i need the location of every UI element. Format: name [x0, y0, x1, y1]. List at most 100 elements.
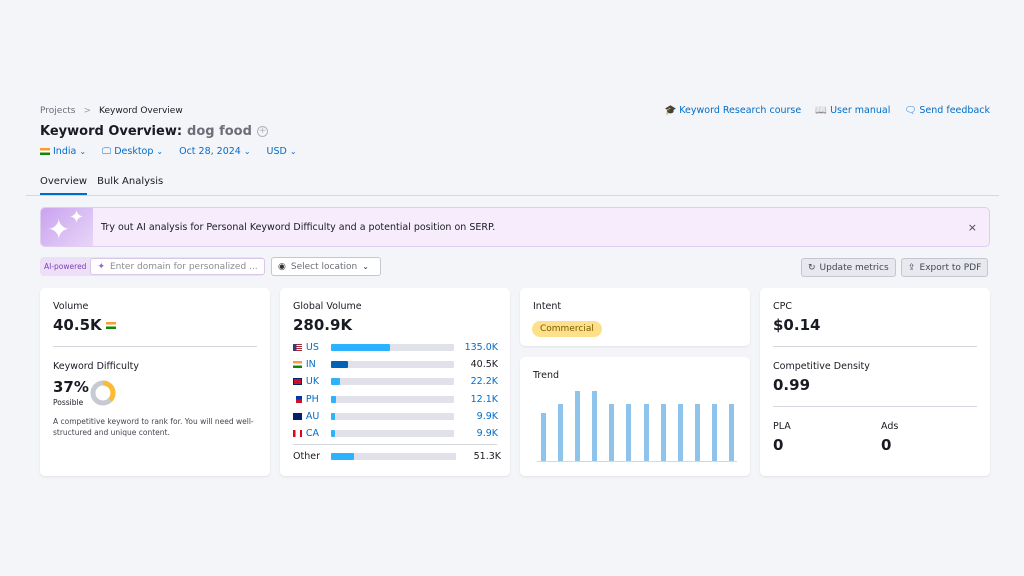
global-volume-value: 280.9K [293, 316, 353, 334]
country-row[interactable]: US 135.0K [293, 339, 498, 356]
country-filter[interactable]: India ⌄ [40, 146, 86, 157]
trend-card: Trend [520, 357, 750, 476]
domain-input[interactable]: ✦ Enter domain for personalized ... [90, 258, 266, 275]
kd-value: 37% [53, 378, 89, 396]
density-label: Competitive Density [773, 361, 870, 372]
tab-overview[interactable]: Overview [40, 176, 88, 195]
country-code: PH [305, 393, 319, 405]
volume-label: Volume [53, 301, 89, 312]
update-metrics-label: Update metrics [819, 262, 889, 273]
country-value: 40.5K [470, 359, 498, 371]
country-bar [330, 344, 454, 352]
trend-bar [677, 403, 683, 461]
kd-description: A competitive keyword to rank for. You w… [53, 417, 254, 437]
trend-bar [711, 403, 717, 461]
trend-bar [643, 403, 649, 461]
intent-card: Intent Commercial [520, 288, 750, 346]
country-bar [330, 395, 454, 403]
cpc-value: $0.14 [773, 316, 821, 334]
trend-bar [609, 403, 615, 461]
country-row[interactable]: IN 40.5K [293, 356, 498, 373]
trend-bar [575, 391, 581, 461]
country-value: 22.2K [470, 376, 498, 388]
divider [53, 346, 257, 347]
breadcrumb-projects[interactable]: Projects [40, 106, 75, 116]
global-volume-label: Global Volume [293, 301, 362, 312]
desktop-icon: 🖵 [102, 146, 112, 157]
page-title: Keyword Overview: dog food + [40, 124, 268, 139]
divider [773, 346, 977, 347]
upload-icon: ⇪ [908, 262, 916, 273]
country-bar [330, 361, 454, 369]
country-list: US 135.0K IN 40.5K UK 22.2K PH 12.1K AU … [293, 339, 498, 442]
kd-donut [90, 380, 116, 406]
country-row[interactable]: PH 12.1K [293, 391, 498, 408]
country-row[interactable]: UK 22.2K [293, 373, 498, 390]
manual-link[interactable]: 📖 User manual [815, 105, 890, 116]
ph-flag-icon [293, 395, 302, 403]
export-label: Export to PDF [919, 262, 982, 273]
trend-chart [537, 387, 737, 462]
tab-bulk-analysis[interactable]: Bulk Analysis [97, 176, 163, 195]
country-value: 9.9K [476, 410, 498, 422]
trend-bar [558, 403, 564, 461]
kd-level: Possible [53, 398, 84, 407]
country-bar [330, 378, 454, 386]
country-row[interactable]: AU 9.9K [293, 408, 498, 425]
country-code: CA [305, 428, 320, 440]
trend-bar [541, 413, 546, 461]
country-value: 9.9K [476, 428, 498, 440]
country-value: 12.1K [470, 393, 498, 405]
uk-flag-icon [293, 378, 302, 386]
country-bar-fill [330, 430, 335, 438]
sparkle-icon: ✦ ✦ [41, 208, 93, 246]
other-label: Other [293, 451, 320, 463]
other-value: 51.3K [473, 451, 501, 463]
trend-bar [729, 403, 734, 461]
india-flag-icon [105, 321, 116, 329]
volume-value: 40.5K [53, 316, 102, 334]
chevron-down-icon: ⌄ [289, 147, 297, 156]
help-links: 🎓 Keyword Research course 📖 User manual 🗨 S… [664, 105, 990, 116]
close-icon[interactable]: × [968, 221, 977, 234]
trend-bar [626, 403, 632, 461]
kd-label: Keyword Difficulty [53, 361, 139, 372]
title-text: Keyword Overview: [40, 124, 183, 139]
intent-badge: Commercial [532, 316, 602, 337]
intent-value: Commercial [532, 321, 602, 337]
graduation-cap-icon: 🎓 [664, 105, 677, 116]
chevron-down-icon: ⌄ [156, 147, 164, 156]
course-link[interactable]: 🎓 Keyword Research course [664, 105, 801, 116]
divider [773, 406, 977, 407]
country-bar-fill [330, 395, 336, 403]
ads-label: Ads [881, 421, 899, 432]
pla-value: 0 [773, 436, 784, 454]
country-code: IN [305, 359, 316, 371]
location-select[interactable]: ◉ Select location ⌄ [271, 257, 381, 276]
date-filter[interactable]: Oct 28, 2024 ⌄ [179, 146, 250, 157]
ai-domain-group: AI-powered ✦ Enter domain for personaliz… [40, 257, 266, 276]
title-keyword: dog food [187, 124, 252, 139]
book-icon: 📖 [815, 105, 828, 116]
device-filter[interactable]: 🖵 Desktop ⌄ [102, 146, 163, 157]
ads-value: 0 [881, 436, 892, 454]
country-code: UK [305, 376, 320, 388]
export-pdf-button[interactable]: ⇪ Export to PDF [901, 258, 989, 277]
other-bar-fill [331, 453, 354, 461]
add-keyword-icon[interactable]: + [256, 126, 268, 137]
country-bar-fill [330, 361, 349, 369]
update-metrics-button[interactable]: ↻ Update metrics [801, 258, 896, 277]
country-bar-fill [330, 412, 335, 420]
currency-filter[interactable]: USD ⌄ [267, 146, 297, 157]
chevron-down-icon: ⌄ [362, 262, 369, 271]
cpc-card: CPC $0.14 Competitive Density 0.99 PLA 0… [760, 288, 990, 476]
feedback-link[interactable]: 🗨 Send feedback [904, 105, 990, 116]
ca-flag-icon [293, 430, 302, 438]
ai-powered-tag: AI-powered [44, 262, 87, 271]
cpc-label: CPC [773, 301, 792, 312]
density-value: 0.99 [773, 376, 811, 394]
country-row[interactable]: CA 9.9K [293, 425, 498, 442]
other-bar [331, 453, 456, 461]
country-code: US [305, 342, 319, 354]
chevron-down-icon: ⌄ [79, 147, 87, 156]
